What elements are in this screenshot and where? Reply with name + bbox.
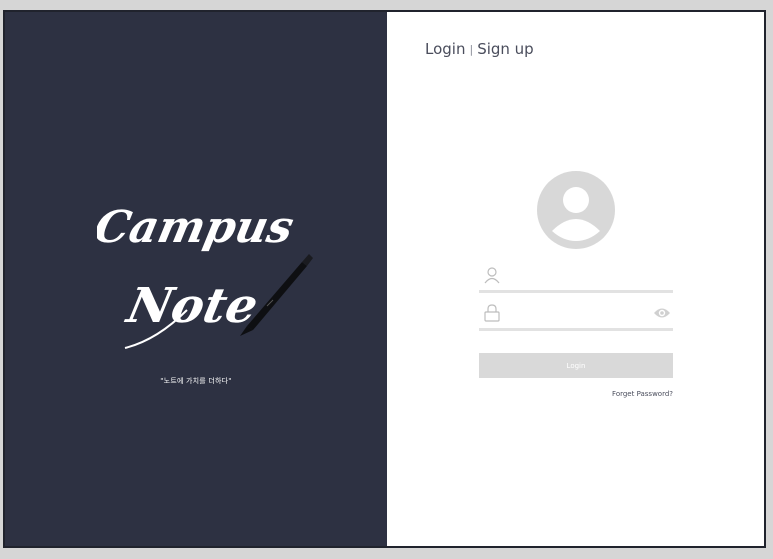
avatar-icon (537, 171, 615, 249)
forgot-password-link[interactable]: Forget Password? (479, 390, 673, 398)
login-panel: Login | Sign up Login Forget Password? (387, 12, 764, 546)
logo-line1: Campus (97, 201, 298, 252)
password-field (479, 298, 673, 331)
login-link[interactable]: Login (425, 40, 465, 58)
username-field (479, 260, 673, 293)
signup-link[interactable]: Sign up (477, 40, 534, 58)
brand-panel: Campus Note "노트에 가치를 더하다" (5, 12, 387, 546)
app-window: Campus Note "노트에 가치를 더하다" Login | Sign up (3, 10, 766, 548)
logo-line2: Note (120, 277, 262, 333)
campus-note-logo: Campus Note (97, 201, 313, 349)
password-input[interactable] (507, 303, 647, 325)
username-input[interactable] (507, 265, 647, 287)
auth-header: Login | Sign up (425, 40, 534, 58)
lock-icon (484, 304, 500, 322)
show-password-eye-icon[interactable] (653, 306, 671, 320)
header-separator: | (469, 43, 474, 56)
login-button[interactable]: Login (479, 353, 673, 378)
user-icon (484, 267, 500, 284)
tagline: "노트에 가치를 더하다" (160, 377, 232, 385)
